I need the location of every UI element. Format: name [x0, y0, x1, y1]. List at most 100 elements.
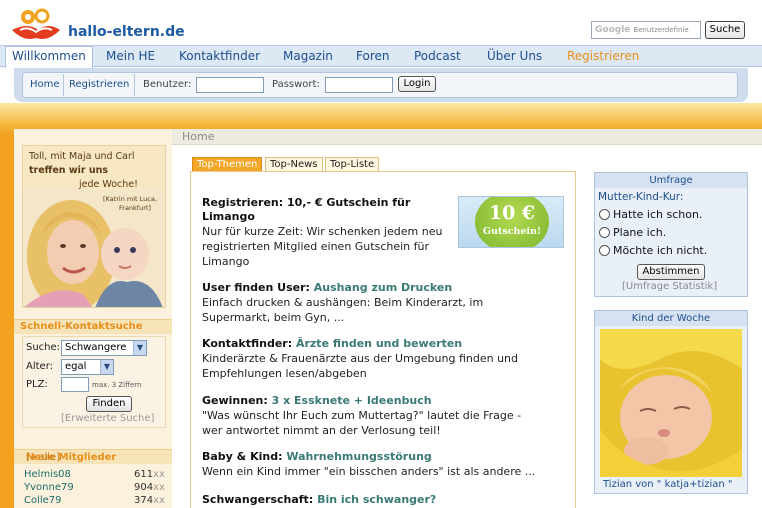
- radio-option-3[interactable]: [599, 245, 610, 256]
- tab-kontaktfinder[interactable]: Kontaktfinder: [179, 49, 260, 63]
- tab-top-liste[interactable]: Top-Liste: [325, 157, 380, 171]
- news-title-cont[interactable]: Limango: [202, 210, 255, 223]
- news-category: Baby & Kind:: [202, 450, 283, 463]
- tab-magazin[interactable]: Magazin: [283, 49, 333, 63]
- news-line: Empfehlungen lesen/abgeben: [202, 367, 367, 380]
- chevron-down-icon: ▼: [100, 360, 113, 374]
- user-label: Benutzer:: [143, 79, 192, 90]
- baby-photo[interactable]: [600, 329, 742, 477]
- news-title: Schwangerschaft: Bin ich schwanger?: [202, 493, 436, 506]
- tab-top-news[interactable]: Top-News: [265, 157, 323, 171]
- promo-credit-2: Frankfurt]: [119, 204, 151, 212]
- baby-image: [600, 329, 742, 477]
- alter-select-value: egal: [65, 361, 87, 372]
- news-line: "Was wünscht Ihr Euch zum Muttertag?" la…: [202, 409, 522, 422]
- news-title[interactable]: Registrieren: 10,- € Gutschein für: [202, 196, 410, 209]
- advanced-search-link[interactable]: [Erweiterte Suche]: [61, 413, 154, 424]
- gutschein-banner[interactable]: 10 € Gutschein!: [458, 196, 564, 248]
- list-item[interactable]: Yvonne79: [24, 482, 74, 493]
- gutschein-word: Gutschein!: [482, 226, 542, 237]
- news-category: Schwangerschaft:: [202, 493, 314, 506]
- suche-label: Suche:: [26, 342, 61, 353]
- radio-option-1[interactable]: [599, 209, 610, 220]
- points-value: 611: [134, 469, 154, 480]
- username-input[interactable]: [196, 77, 264, 93]
- poll-question: Mutter-Kind-Kur:: [598, 191, 684, 203]
- member-name[interactable]: Colle79: [24, 495, 62, 506]
- members-header: Neue Mitglieder [+alle]: [14, 449, 172, 464]
- login-home-link[interactable]: Home: [30, 79, 60, 90]
- alter-label: Alter:: [26, 361, 53, 372]
- poll-stats-link[interactable]: [Umfrage Statistik]: [622, 281, 717, 292]
- tab-podcast[interactable]: Podcast: [414, 49, 461, 63]
- promo-banner[interactable]: Toll, mit Maja und Carl treffen wir uns …: [22, 145, 166, 308]
- suche-select[interactable]: Schwangere ▼: [61, 340, 147, 356]
- poll-option-label: Möchte ich nicht.: [613, 244, 708, 257]
- google-logo: Google: [595, 25, 631, 35]
- plz-input[interactable]: [61, 377, 89, 392]
- site-header: hallo-eltern.de Google Benutzerdefinie S…: [0, 0, 762, 45]
- tab-mein-he[interactable]: Mein HE: [106, 49, 155, 63]
- suche-select-value: Schwangere: [65, 342, 127, 353]
- news-link[interactable]: 3 x Essknete + Ideenbuch: [272, 394, 432, 407]
- news-body: Kinderärzte & Frauenärzte aus der Umgebu…: [202, 351, 518, 381]
- main-nav: Willkommen Mein HE Kontaktfinder Magazin…: [0, 45, 762, 68]
- member-name[interactable]: Yvonne79: [24, 482, 74, 493]
- news-link[interactable]: Bin ich schwanger?: [317, 493, 436, 506]
- news-link[interactable]: Ärzte finden und bewerten: [296, 337, 462, 350]
- radio-option-2[interactable]: [599, 227, 610, 238]
- list-item[interactable]: Colle79: [24, 495, 62, 506]
- search-button[interactable]: Suche: [705, 21, 745, 39]
- plz-label: PLZ:: [26, 379, 48, 390]
- news-line: registrierten Mitglied einen Gutschein f…: [202, 240, 429, 253]
- news-line: Limango: [202, 255, 250, 268]
- news-body: Nur für kurze Zeit: Wir schenken jedem n…: [202, 224, 442, 269]
- news-line: Supermarkt, beim Gyn, ...: [202, 311, 345, 324]
- member-points: 374xx: [134, 495, 165, 506]
- news-title: Kontaktfinder: Ärzte finden und bewerten: [202, 337, 462, 350]
- password-label: Passwort:: [272, 79, 320, 90]
- tab-ueber-uns[interactable]: Über Uns: [487, 49, 542, 63]
- brand-name[interactable]: hallo-eltern.de: [68, 24, 185, 40]
- finden-button[interactable]: Finden: [86, 396, 132, 412]
- search-input[interactable]: Google Benutzerdefinie: [591, 21, 701, 39]
- gutschein-amount: 10 €: [488, 202, 536, 224]
- points-suffix: xx: [153, 482, 165, 493]
- tab-top-themen[interactable]: Top-Themen: [192, 157, 263, 171]
- login-register-link[interactable]: Registrieren: [69, 79, 129, 90]
- login-button[interactable]: Login: [398, 76, 436, 92]
- divider: [63, 74, 64, 96]
- members-all-link[interactable]: [+alle]: [26, 452, 60, 463]
- news-line: Nur für kurze Zeit: Wir schenken jedem n…: [202, 225, 443, 238]
- plz-hint: max. 3 Ziffern: [92, 381, 142, 389]
- alter-select[interactable]: egal ▼: [61, 359, 114, 375]
- news-line: wer antwortet nimmt an der Verlosung tei…: [202, 424, 441, 437]
- password-input[interactable]: [325, 77, 393, 93]
- member-name[interactable]: Helmis08: [24, 469, 71, 480]
- list-item[interactable]: Helmis08: [24, 469, 71, 480]
- schnellsuche-title: Schnell-Kontaktsuche: [20, 321, 143, 332]
- news-link[interactable]: Aushang zum Drucken: [314, 281, 452, 294]
- breadcrumb: Home: [172, 129, 762, 145]
- promo-text-1: Toll, mit Maja und Carl: [29, 151, 135, 162]
- news-link[interactable]: Wahrnehmungsstörung: [286, 450, 431, 463]
- promo-text-2: treffen wir uns: [29, 165, 109, 176]
- vote-button[interactable]: Abstimmen: [637, 264, 705, 280]
- news-category: Kontaktfinder:: [202, 337, 293, 350]
- tab-foren[interactable]: Foren: [356, 49, 389, 63]
- points-suffix: xx: [153, 469, 165, 480]
- news-title: User finden User: Aushang zum Drucken: [202, 281, 452, 294]
- news-line: Kinderärzte & Frauenärzte aus der Umgebu…: [202, 352, 518, 365]
- news-category: Gewinnen:: [202, 394, 268, 407]
- breadcrumb-home[interactable]: Home: [182, 130, 214, 143]
- logo-icon[interactable]: [6, 8, 66, 42]
- poll-option-label: Plane ich.: [613, 226, 667, 239]
- points-value: 374: [134, 495, 154, 506]
- kind-der-woche-title: Kind der Woche: [595, 311, 747, 326]
- tab-registrieren[interactable]: Registrieren: [567, 49, 639, 63]
- news-body: Wenn ein Kind immer "ein bisschen anders…: [202, 464, 535, 479]
- points-value: 904: [134, 482, 154, 493]
- promo-text-3: jede Woche!: [79, 179, 138, 190]
- news-line: Wenn ein Kind immer "ein bisschen anders…: [202, 465, 536, 478]
- tab-willkommen[interactable]: Willkommen: [5, 46, 93, 68]
